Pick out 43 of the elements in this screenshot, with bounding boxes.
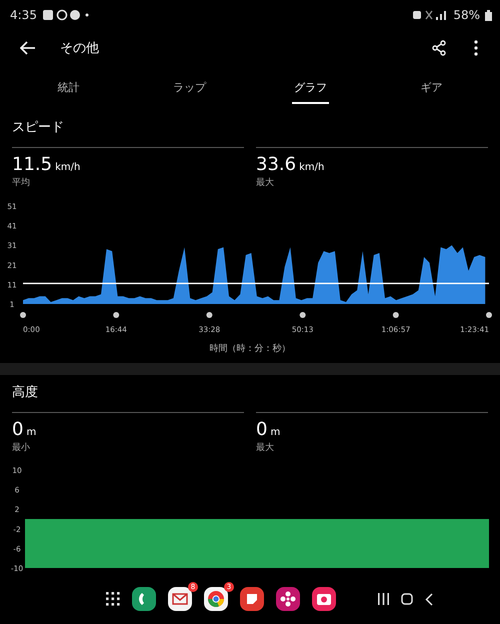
stat-value: 11.5 — [12, 154, 52, 175]
share-icon[interactable] — [432, 40, 446, 56]
section-title: スピード — [11, 119, 65, 137]
home-icon[interactable] — [401, 593, 413, 605]
section-title: 高度 — [11, 384, 39, 402]
status-time: 4:35 — [10, 8, 37, 22]
x-tick-dot — [113, 312, 120, 318]
stat-value: 0 — [12, 419, 24, 440]
recent-apps-icon[interactable] — [378, 593, 389, 605]
battery-percent: 58% — [453, 8, 480, 22]
stat-label: 平均 — [12, 176, 31, 189]
stat-value: 0 — [256, 419, 268, 440]
back-arrow-icon[interactable] — [20, 41, 36, 55]
x-tick-dot — [206, 312, 212, 318]
stat-label: 最大 — [256, 176, 275, 189]
phone-app-icon[interactable] — [132, 587, 156, 611]
stat-label: 最大 — [256, 442, 275, 454]
x-tick-dot — [392, 312, 399, 318]
back-icon[interactable] — [425, 592, 433, 606]
battery-icon — [485, 10, 492, 20]
stat-unit: km/h — [299, 162, 324, 173]
mail-app-icon[interactable] — [168, 587, 192, 611]
stat-unit: m — [26, 427, 36, 438]
tab[interactable]: ギア — [418, 74, 444, 104]
x-tick-dot — [20, 312, 26, 318]
flower-app-icon[interactable] — [276, 587, 300, 611]
tab[interactable]: 統計 — [56, 74, 82, 104]
stat-value: 33.6 — [256, 154, 296, 175]
camera-app-icon[interactable] — [312, 587, 336, 611]
more-options-icon[interactable] — [474, 40, 478, 56]
notes-app-icon[interactable] — [240, 587, 264, 611]
system-status-icons — [412, 9, 448, 21]
x-tick-dot — [300, 312, 306, 318]
apps-grid-icon[interactable] — [106, 592, 120, 606]
stat-unit: m — [270, 427, 280, 438]
x-axis-title: 時間（時：分：秒） — [208, 342, 292, 356]
stat-unit: km/h — [55, 162, 80, 173]
x-tick-dot — [486, 312, 492, 318]
page-title: その他 — [60, 40, 99, 57]
stat-label: 最小 — [12, 442, 31, 454]
tab[interactable]: ラップ — [171, 74, 208, 104]
tab[interactable]: グラフ — [292, 74, 329, 104]
browser-app-icon[interactable] — [204, 587, 228, 611]
